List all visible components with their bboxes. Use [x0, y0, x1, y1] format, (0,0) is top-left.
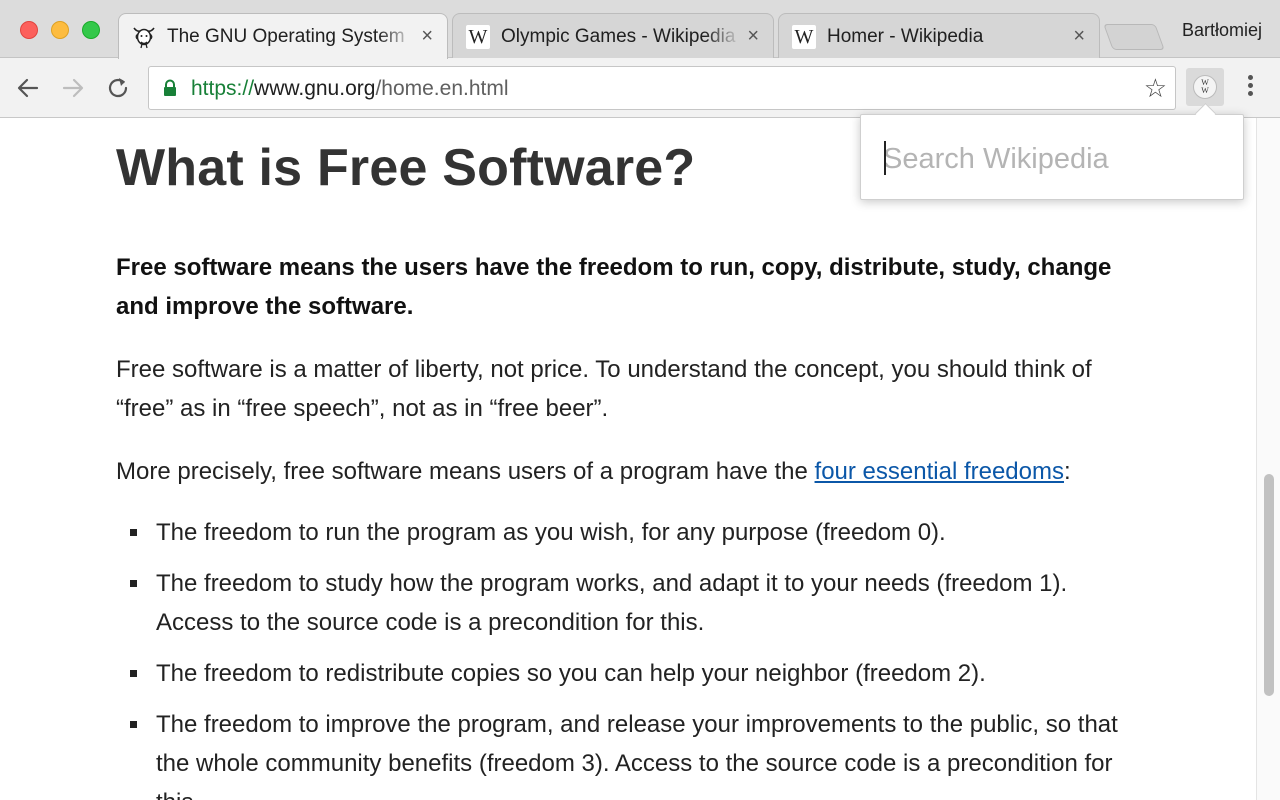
forward-button[interactable] [57, 72, 89, 104]
close-window-button[interactable] [20, 21, 38, 39]
article: What is Free Software? Free software mea… [116, 118, 1146, 800]
wikipedia-letter: W [466, 24, 490, 49]
tab-title: Homer - Wikipedia [827, 25, 984, 47]
list-item: The freedom to run the program as you wi… [116, 513, 1146, 552]
wikipedia-w-icon: W [791, 24, 817, 50]
freedoms-list: The freedom to run the program as you wi… [116, 513, 1146, 800]
wikipedia-extension-button[interactable]: W W [1186, 68, 1224, 106]
back-arrow-icon [17, 78, 39, 98]
close-tab-icon[interactable]: × [421, 25, 433, 48]
menu-dot-icon [1247, 83, 1253, 88]
page-content: What is Free Software? Free software mea… [0, 118, 1256, 800]
url-path: /home.en.html [375, 77, 509, 100]
tab-title: Olympic Games - Wikipedia [501, 25, 736, 47]
gnu-head-icon [131, 24, 157, 50]
menu-dot-icon [1247, 75, 1253, 80]
url-host: www.gnu.org [254, 77, 376, 100]
list-item: The freedom to improve the program, and … [116, 705, 1146, 800]
tab-homer[interactable]: W Homer - Wikipedia × [778, 13, 1100, 59]
browser-menu-button[interactable] [1240, 75, 1260, 101]
wikipedia-w-icon: W [465, 24, 491, 50]
liberty-paragraph: Free software is a matter of liberty, no… [116, 356, 1092, 422]
reload-icon [108, 78, 128, 98]
close-tab-icon[interactable]: × [747, 25, 759, 48]
menu-dot-icon [1247, 91, 1253, 96]
wikipedia-search-popup [860, 114, 1244, 200]
extension-logo-bottom: W [1201, 86, 1209, 95]
list-item: The freedom to study how the program wor… [116, 564, 1146, 642]
tab-title: The GNU Operating System [167, 25, 405, 47]
wikipedia-globe-icon: W W [1193, 75, 1217, 99]
profile-name[interactable]: Bartłomiej [1182, 20, 1262, 41]
tab-olympic-games[interactable]: W Olympic Games - Wikipedia × [452, 13, 774, 59]
maximize-window-button[interactable] [82, 21, 100, 39]
new-tab-button[interactable] [1103, 24, 1165, 50]
scrollbar-thumb[interactable] [1264, 474, 1274, 696]
wikipedia-letter: W [792, 24, 816, 49]
tab-gnu[interactable]: The GNU Operating System × [118, 13, 448, 59]
list-item: The freedom to redistribute copies so yo… [116, 654, 1146, 693]
url-scheme: https:// [191, 77, 255, 100]
text-caret [884, 141, 886, 175]
wikipedia-search-input[interactable] [883, 137, 1223, 181]
lock-icon [163, 79, 177, 102]
minimize-window-button[interactable] [51, 21, 69, 39]
forward-arrow-icon [62, 78, 84, 98]
url-text: https://www.gnu.org/home.en.html [191, 77, 509, 101]
freedoms-intro-text: More precisely, free software means user… [116, 458, 815, 485]
reload-button[interactable] [102, 72, 134, 104]
freedoms-intro-paragraph: More precisely, free software means user… [116, 452, 1146, 491]
address-bar[interactable]: https://www.gnu.org/home.en.html ☆ [148, 66, 1176, 110]
tab-strip: The GNU Operating System × W Olympic Gam… [0, 0, 1280, 59]
browser-toolbar: https://www.gnu.org/home.en.html ☆ W W [0, 58, 1280, 118]
close-tab-icon[interactable]: × [1073, 25, 1085, 48]
page-scrollbar[interactable] [1256, 118, 1280, 800]
back-button[interactable] [12, 72, 44, 104]
bookmark-star-icon[interactable]: ☆ [1144, 75, 1167, 101]
lead-paragraph: Free software means the users have the f… [116, 254, 1112, 320]
freedoms-intro-colon: : [1064, 458, 1071, 485]
four-freedoms-link[interactable]: four essential freedoms [815, 458, 1064, 485]
